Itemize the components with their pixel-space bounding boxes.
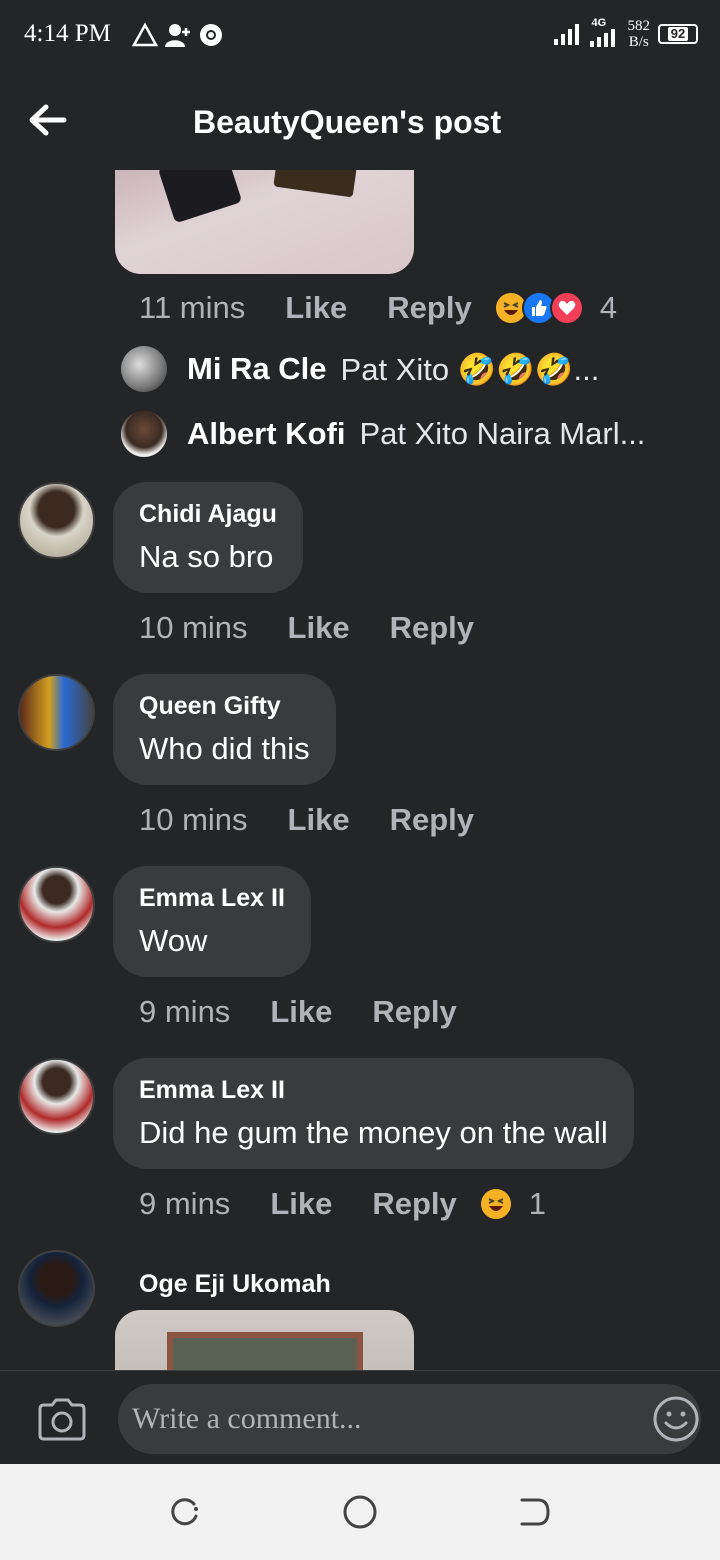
reply-button[interactable]: Reply (372, 994, 456, 1030)
comment-time: 9 mins (139, 994, 231, 1029)
comment-time: 10 mins (139, 610, 248, 645)
comment-meta: 9 mins Like Reply 1 (139, 1186, 546, 1222)
signal-4g-icon: 4G (588, 17, 620, 47)
comment-bubble[interactable]: Emma Lex II Did he gum the money on the … (113, 1058, 634, 1169)
avatar[interactable] (121, 346, 167, 392)
reply-button[interactable]: Reply (390, 610, 474, 646)
page-title: BeautyQueen's post (193, 104, 502, 140)
comment-composer: Write a comment... (0, 1370, 720, 1464)
reply-button[interactable]: Reply (372, 1186, 456, 1222)
comment-author[interactable]: Queen Gifty (139, 692, 310, 721)
like-button[interactable]: Like (288, 802, 350, 838)
like-button[interactable]: Like (270, 994, 332, 1030)
emoji-button[interactable] (652, 1395, 700, 1443)
battery-level: 92 (667, 27, 689, 41)
comment-bubble[interactable]: Queen Gifty Who did this (113, 674, 336, 785)
net-speed: 582 B/s (627, 18, 651, 50)
back-nav-icon (520, 1498, 550, 1526)
reply-author[interactable]: Mi Ra Cle (187, 351, 327, 387)
home-button[interactable] (340, 1492, 380, 1532)
comment-author[interactable]: Emma Lex II (139, 884, 285, 913)
haha-icon (478, 1187, 513, 1221)
reactions-summary[interactable]: 4 (493, 290, 617, 326)
chrome-icon (200, 24, 222, 46)
avatar[interactable] (18, 674, 95, 751)
comment-input-placeholder: Write a comment... (132, 1402, 362, 1435)
like-button[interactable]: Like (285, 290, 347, 326)
comment-author[interactable]: Oge Eji Ukomah (139, 1270, 331, 1299)
home-circle-icon (343, 1495, 377, 1529)
avatar[interactable] (18, 1250, 95, 1327)
camera-button[interactable] (36, 1397, 88, 1441)
comment-input[interactable]: Write a comment... (118, 1384, 701, 1454)
reply-preview[interactable]: Albert Kofi Pat Xito Naira Marl... (121, 411, 645, 457)
like-button[interactable]: Like (288, 610, 350, 646)
battery-icon: 92 (658, 24, 698, 44)
notification-icons (132, 22, 224, 48)
status-time: 4:14 PM (24, 20, 111, 47)
comment-text: Wow (139, 923, 208, 958)
reply-text: Pat Xito 🤣🤣🤣... (340, 351, 600, 387)
reply-button[interactable]: Reply (390, 802, 474, 838)
reply-preview[interactable]: Mi Ra Cle Pat Xito 🤣🤣🤣... (121, 346, 599, 392)
back-button[interactable] (26, 100, 70, 140)
comments-list[interactable]: 11 mins Like Reply 4 Mi Ra Cle Pat Xito … (0, 170, 720, 1370)
avatar[interactable] (18, 1058, 95, 1135)
reply-button[interactable]: Reply (387, 290, 471, 326)
comment-meta: 10 mins Like Reply (139, 610, 474, 646)
recent-apps-icon (171, 1498, 198, 1526)
comment-bubble[interactable]: Chidi Ajagu Na so bro (113, 482, 303, 593)
comment-time: 11 mins (139, 290, 246, 325)
reply-text: Pat Xito Naira Marl... (359, 416, 646, 451)
status-bar: 4:14 PM 4G 582 B/s 92 (0, 0, 720, 72)
love-icon (549, 291, 584, 325)
avatar[interactable] (121, 411, 167, 457)
comment-text: Who did this (139, 731, 310, 766)
avatar[interactable] (18, 482, 95, 559)
camera-icon (38, 1398, 86, 1441)
warning-triangle-icon (132, 22, 158, 47)
comment-bubble[interactable]: Emma Lex II Wow (113, 866, 311, 977)
add-person-icon (165, 24, 190, 47)
comment-text: Na so bro (139, 539, 274, 574)
reaction-count: 4 (599, 290, 617, 325)
reply-author[interactable]: Albert Kofi (187, 416, 345, 452)
back-nav-button[interactable] (514, 1492, 554, 1532)
avatar[interactable] (18, 866, 95, 943)
comment-author[interactable]: Emma Lex II (139, 1076, 608, 1105)
comment-meta: 10 mins Like Reply (139, 802, 474, 838)
like-button[interactable]: Like (270, 1186, 332, 1222)
back-arrow-icon (29, 104, 67, 136)
status-right: 4G 582 B/s 92 (553, 17, 698, 50)
comment-photo[interactable] (115, 1310, 414, 1370)
reaction-count: 1 (528, 1186, 547, 1221)
signal-icon (553, 24, 579, 45)
comment-time: 9 mins (139, 1186, 231, 1221)
recent-apps-button[interactable] (166, 1492, 206, 1532)
system-nav-bar (0, 1464, 720, 1560)
smiley-icon (653, 1396, 699, 1442)
comment-meta: 9 mins Like Reply (139, 994, 457, 1030)
comment-photo[interactable] (115, 170, 414, 274)
post-header: BeautyQueen's post (0, 72, 720, 170)
reactions-summary[interactable]: 1 (478, 1186, 547, 1222)
comment-author[interactable]: Chidi Ajagu (139, 500, 277, 529)
comment-meta: 11 mins Like Reply 4 (139, 290, 617, 326)
comment-text: Did he gum the money on the wall (139, 1115, 608, 1150)
comment-time: 10 mins (139, 802, 248, 837)
